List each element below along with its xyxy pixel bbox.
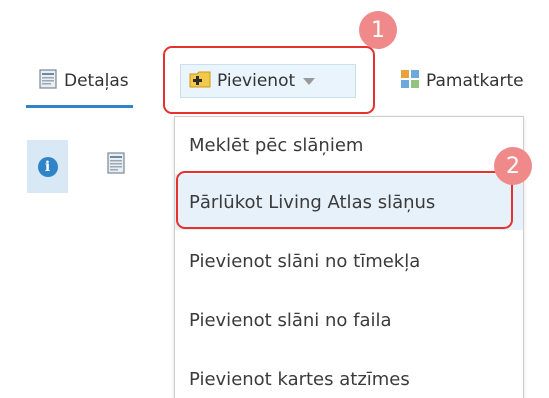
add-dropdown-menu: Meklēt pēc slāņiem Pārlūkot Living Atlas… bbox=[174, 116, 524, 398]
details-button[interactable]: Detaļas bbox=[26, 66, 133, 108]
details-label: Detaļas bbox=[64, 71, 129, 91]
about-panel-button[interactable]: i bbox=[27, 140, 68, 193]
callout-highlight-1 bbox=[163, 46, 375, 114]
menu-item-search-layers[interactable]: Meklēt pēc slāņiem bbox=[175, 117, 523, 173]
basemap-label: Pamatkarte bbox=[426, 71, 524, 91]
legend-button[interactable] bbox=[106, 152, 126, 178]
callout-highlight-2 bbox=[176, 171, 513, 229]
menu-item-add-map-notes[interactable]: Pievienot kartes atzīmes bbox=[175, 351, 523, 398]
menu-item-add-layer-from-web[interactable]: Pievienot slāni no tīmekļa bbox=[175, 233, 523, 289]
basemap-grid-icon bbox=[400, 69, 420, 94]
menu-item-add-layer-from-file[interactable]: Pievienot slāni no faila bbox=[175, 292, 523, 348]
app-canvas: Detaļas Pievienot Pamatkarte 1 i Meklēt … bbox=[0, 0, 549, 398]
legend-document-icon bbox=[106, 152, 126, 178]
active-tab-indicator bbox=[26, 105, 133, 108]
details-document-icon bbox=[38, 68, 58, 94]
step-badge-2: 2 bbox=[494, 147, 532, 185]
basemap-button[interactable]: Pamatkarte bbox=[400, 66, 524, 96]
info-icon: i bbox=[37, 156, 58, 177]
step-badge-1: 1 bbox=[359, 11, 397, 49]
